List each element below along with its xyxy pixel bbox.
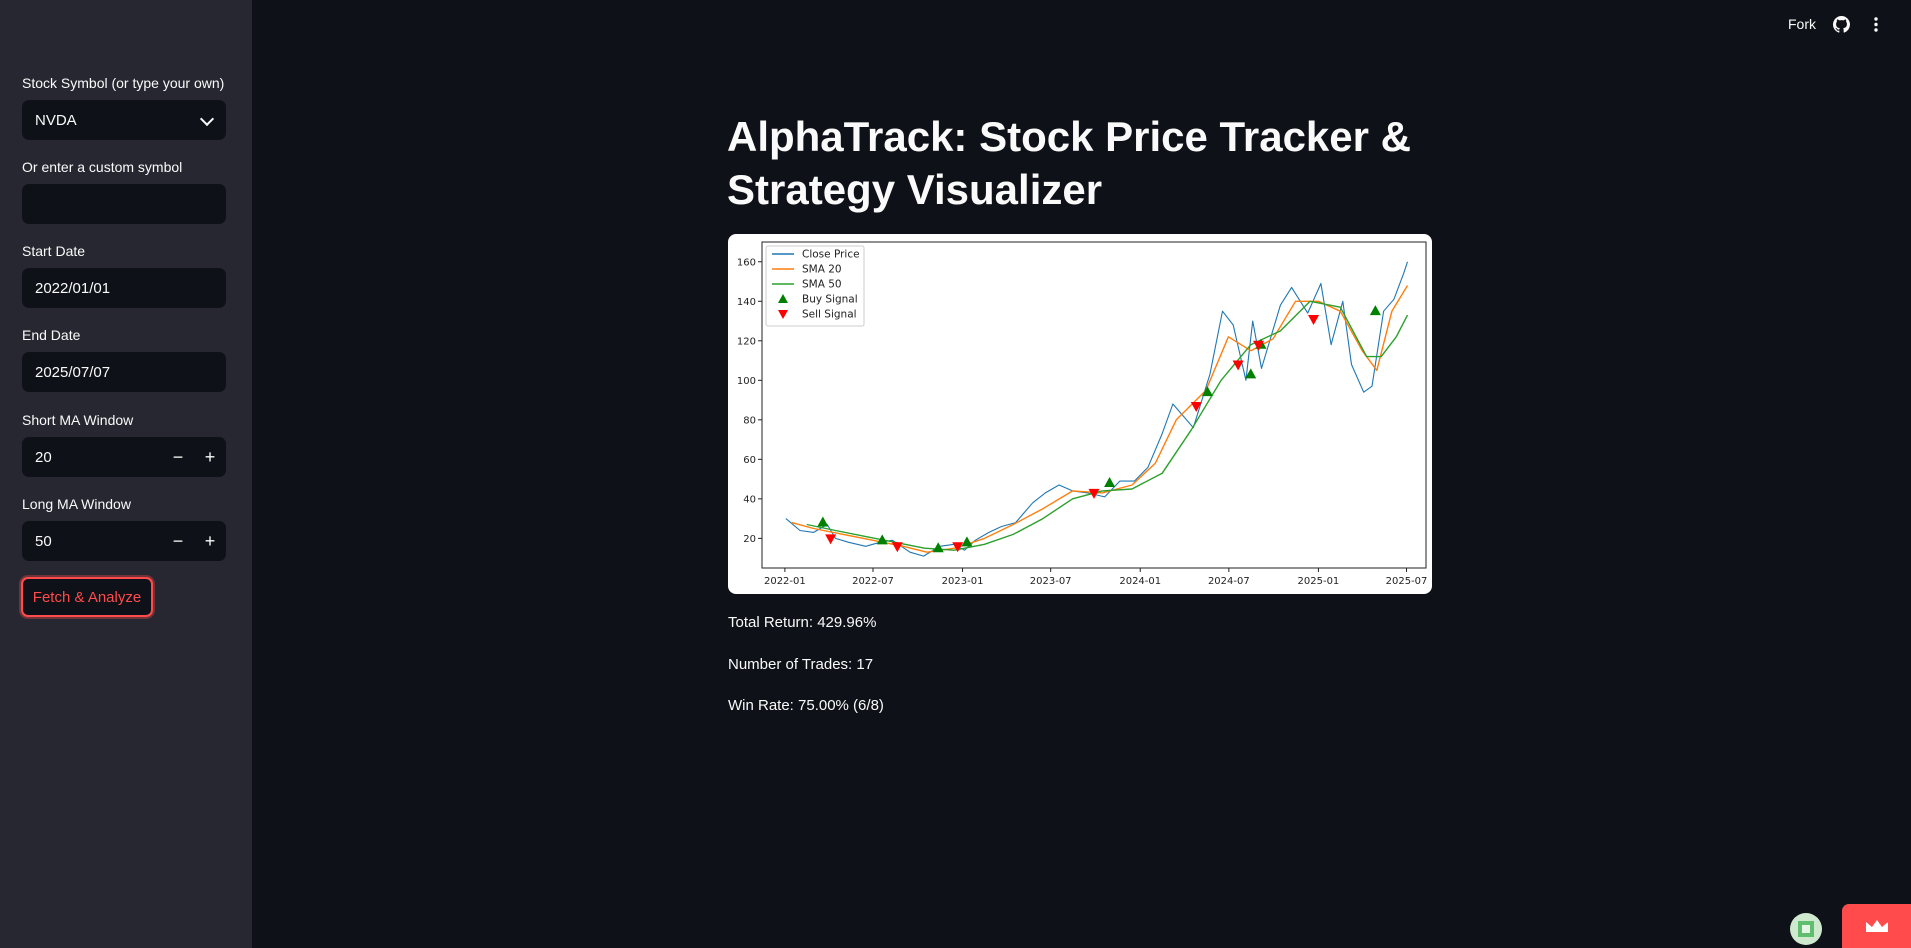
y-tick-label: 140 [737,297,756,308]
short-ma-increment-button[interactable]: + [194,437,226,477]
more-vertical-icon[interactable] [1868,16,1884,33]
legend-label: SMA 50 [802,279,842,291]
legend-label: Buy Signal [802,294,858,306]
end-date-label: End Date [22,327,81,343]
fork-button[interactable]: Fork [1788,16,1816,32]
streamlit-badge[interactable] [1842,904,1911,948]
x-tick-label: 2023-01 [942,576,984,587]
total-return-text: Total Return: 429.96% [728,614,877,631]
symbol-label: Stock Symbol (or type your own) [22,75,225,91]
short-ma-label: Short MA Window [22,412,134,428]
y-tick-label: 120 [737,336,756,347]
x-tick-label: 2025-07 [1386,576,1428,587]
x-tick-label: 2024-01 [1119,576,1161,587]
long-ma-decrement-button[interactable]: − [162,521,194,561]
x-tick-label: 2025-01 [1298,576,1340,587]
y-tick-label: 20 [743,534,756,545]
legend-label: SMA 20 [802,264,842,276]
end-date-value: 2025/07/07 [35,363,111,381]
custom-symbol-input[interactable] [22,184,226,224]
sidebar: Stock Symbol (or type your own) NVDA Or … [0,0,252,948]
symbol-select-value: NVDA [35,111,77,129]
long-ma-increment-button[interactable]: + [194,521,226,561]
end-date-input[interactable]: 2025/07/07 [22,352,226,392]
x-tick-label: 2023-07 [1030,576,1072,587]
symbol-select[interactable]: NVDA [22,100,226,140]
github-icon[interactable] [1833,16,1850,33]
fetch-analyze-button[interactable]: Fetch & Analyze [21,577,153,617]
start-date-input[interactable]: 2022/01/01 [22,268,226,308]
y-tick-label: 160 [737,257,756,268]
custom-symbol-label: Or enter a custom symbol [22,159,183,175]
long-ma-stepper[interactable]: 50 − + [22,521,226,561]
short-ma-decrement-button[interactable]: − [162,437,194,477]
user-avatar[interactable] [1790,913,1822,945]
start-date-label: Start Date [22,243,86,259]
x-tick-label: 2024-07 [1208,576,1250,587]
win-rate-text: Win Rate: 75.00% (6/8) [728,697,884,714]
y-tick-label: 100 [737,376,756,387]
price-chart: 20 40 60 80 100 120 140 160 2022-01 2022-07 2023-0… [737,241,1428,587]
chart-card: 20 40 60 80 100 120 140 160 2022-01 2022-07 2023-0… [728,234,1432,594]
y-tick-label: 80 [743,415,756,426]
long-ma-label: Long MA Window [22,496,131,512]
legend-label: Sell Signal [802,309,857,321]
chart-legend: Close Price SMA 20 SMA 50 Buy Signal Sell Si… [765,245,865,327]
long-ma-value: 50 [35,532,52,550]
crown-icon [1866,920,1888,932]
start-date-value: 2022/01/01 [35,279,111,297]
y-tick-label: 60 [743,455,756,466]
page-title: AlphaTrack: Stock Price Tracker & Strate… [727,113,1411,213]
x-tick-label: 2022-01 [764,576,806,587]
short-ma-value: 20 [35,448,52,466]
x-tick-label: 2022-07 [852,576,894,587]
legend-label: Close Price [802,249,860,261]
num-trades-text: Number of Trades: 17 [728,656,874,673]
chevron-down-icon [199,111,215,127]
y-tick-label: 40 [743,494,756,505]
short-ma-stepper[interactable]: 20 − + [22,437,226,477]
